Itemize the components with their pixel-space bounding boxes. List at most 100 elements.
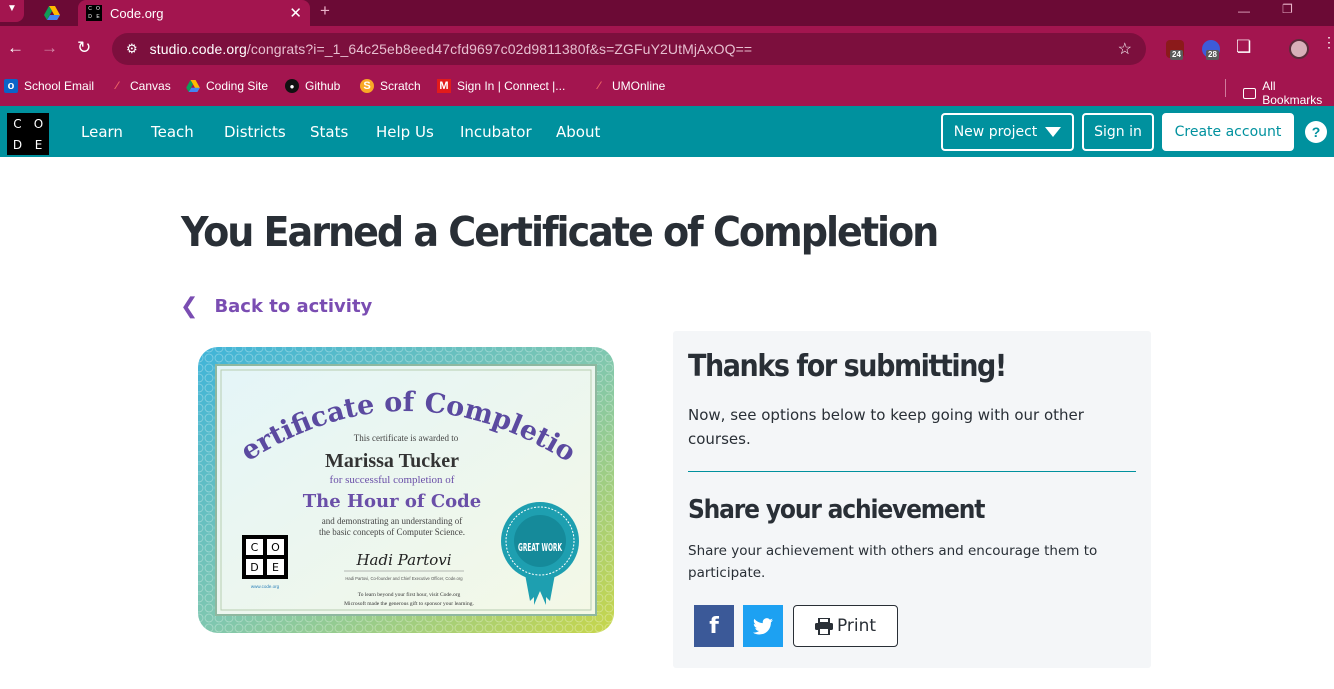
outlook-icon: o <box>4 79 18 93</box>
share-heading: Share your achievement <box>688 495 985 525</box>
certificate-image: Certificate of Completion This certifica… <box>194 343 614 633</box>
twitter-icon <box>753 617 773 634</box>
url-text[interactable]: studio.code.org/congrats?i=_1_64c25eb8ee… <box>150 41 1118 57</box>
nav-about[interactable]: About <box>556 123 600 141</box>
tab-search-chevron-icon[interactable]: ▼ <box>0 0 24 22</box>
twitter-share-button[interactable] <box>743 605 783 647</box>
create-account-button[interactable]: Create account <box>1162 113 1294 151</box>
cert-course: The Hour of Code <box>303 491 481 512</box>
back-to-activity-link[interactable]: ❮ Back to activity <box>180 294 372 319</box>
cert-signer: Hadi Partovi, Co-founder and Chief Execu… <box>345 576 463 581</box>
reload-icon[interactable]: ↻ <box>77 38 91 58</box>
all-bookmarks-label: All Bookmarks <box>1262 79 1323 107</box>
cert-logo-letter: D <box>250 561 258 574</box>
help-icon[interactable]: ? <box>1305 121 1327 143</box>
drive-icon <box>186 79 200 93</box>
address-bar[interactable]: ⚙ studio.code.org/congrats?i=_1_64c25eb8… <box>112 33 1146 65</box>
bookmark-school-email[interactable]: o School Email <box>4 79 94 93</box>
cert-sponsor: Microsoft made the generous gift to spon… <box>344 600 474 607</box>
thanks-heading: Thanks for submitting! <box>688 349 1007 384</box>
bookmark-connect[interactable]: M Sign In | Connect |... <box>437 79 565 93</box>
tab-code-org[interactable]: CODE Code.org ✕ <box>78 0 310 26</box>
new-tab-plus-icon[interactable]: + <box>320 1 330 21</box>
extensions-puzzle-icon[interactable]: ❏ <box>1236 37 1251 57</box>
extension-badge: 28 <box>1206 50 1219 60</box>
cert-for-completion: for successful completion of <box>330 474 455 486</box>
minimize-icon[interactable]: — <box>1238 3 1250 19</box>
new-project-label: New project <box>953 124 1038 140</box>
nav-teach[interactable]: Teach <box>151 123 194 141</box>
nav-districts[interactable]: Districts <box>224 123 286 141</box>
page-title: You Earned a Certificate of Completion <box>181 208 939 256</box>
github-icon: ● <box>285 79 299 93</box>
new-project-button[interactable]: New project <box>941 113 1074 151</box>
print-button[interactable]: Print <box>793 605 898 647</box>
tab-close-icon[interactable]: ✕ <box>289 4 302 22</box>
drive-icon <box>44 6 60 20</box>
back-arrow-icon[interactable]: ← <box>7 38 24 58</box>
logo-letter: E <box>34 137 43 152</box>
logo-letter: C <box>13 116 22 131</box>
print-label: Print <box>836 616 877 636</box>
site-info-icon[interactable]: ⚙ <box>126 41 138 57</box>
logo-letter: D <box>12 137 23 152</box>
nav-stats[interactable]: Stats <box>310 123 348 141</box>
code-org-favicon-icon: CODE <box>86 5 102 21</box>
nav-incubator[interactable]: Incubator <box>460 123 532 141</box>
extension-badge: 24 <box>1170 50 1183 60</box>
canvas-icon: ⁄ <box>116 80 118 92</box>
bookmark-label: UMOnline <box>612 79 666 93</box>
tab-title: Code.org <box>110 5 164 21</box>
canvas-icon: ⁄ <box>598 80 600 92</box>
share-description: Share your achievement with others and e… <box>688 543 1098 581</box>
browser-tab-bar: ▼ CODE Code.org ✕ + — ❐ <box>0 0 1334 26</box>
bookmark-label: Sign In | Connect |... <box>457 79 566 93</box>
restore-icon[interactable]: ❐ <box>1282 1 1293 17</box>
bookmarks-bar: o School Email ⁄ Canvas Coding Site ● Gi… <box>0 72 1334 107</box>
bookmark-scratch[interactable]: S Scratch <box>360 79 421 93</box>
mcgraw-icon: M <box>437 79 451 93</box>
bookmark-umonline[interactable]: ⁄ UMOnline <box>592 79 665 93</box>
sign-in-button[interactable]: Sign in <box>1082 113 1154 151</box>
browser-menu-icon[interactable]: ⋮ <box>1322 35 1334 49</box>
badge-text: GREAT WORK <box>518 541 562 554</box>
cert-logo-letter: O <box>271 541 280 554</box>
cert-learn-beyond: To learn beyond your first hour, visit C… <box>358 591 461 598</box>
bookmark-canvas[interactable]: ⁄ Canvas <box>110 79 171 93</box>
chevron-left-icon: ❮ <box>180 294 199 319</box>
facebook-share-button[interactable]: f <box>694 605 734 647</box>
bookmark-label: Scratch <box>380 79 421 93</box>
profile-avatar[interactable] <box>1289 39 1309 59</box>
cert-demonstrating: and demonstrating an understanding of <box>322 516 462 526</box>
bookmark-label: Github <box>305 79 341 93</box>
create-account-label: Create account <box>1174 124 1282 140</box>
cert-concepts: the basic concepts of Computer Science. <box>319 527 465 537</box>
bookmark-label: Canvas <box>130 79 171 93</box>
nav-help-us[interactable]: Help Us <box>376 123 434 141</box>
cert-signature: Hadi Partovi <box>355 551 451 569</box>
cert-awarded: This certificate is awarded to <box>354 433 459 443</box>
url-path: /congrats?i=_1_64c25eb8eed47cfd9697c02d9… <box>246 41 753 57</box>
back-link-label: Back to activity <box>214 296 373 317</box>
folder-icon <box>1243 87 1257 99</box>
panel-divider <box>688 471 1136 472</box>
pinned-tab[interactable] <box>32 0 72 26</box>
cert-logo-letter: C <box>251 541 259 554</box>
all-bookmarks[interactable]: All Bookmarks <box>1243 79 1334 107</box>
nav-learn[interactable]: Learn <box>81 123 123 141</box>
forward-arrow-icon[interactable]: → <box>41 38 58 58</box>
bookmark-coding-site[interactable]: Coding Site <box>186 79 268 93</box>
facebook-icon: f <box>709 613 719 639</box>
logo-letter: O <box>33 116 44 131</box>
sign-in-label: Sign in <box>1094 124 1142 140</box>
cert-name: Marissa Tucker <box>325 450 459 472</box>
cert-site: www.code.org <box>251 584 280 589</box>
bookmark-github[interactable]: ● Github <box>285 79 340 93</box>
bookmark-star-icon[interactable]: ☆ <box>1118 39 1132 59</box>
cert-code-logo: C O D E <box>242 535 288 579</box>
printer-icon <box>814 617 833 635</box>
bookmark-label: Coding Site <box>206 79 269 93</box>
bookmarks-divider <box>1225 79 1226 97</box>
code-org-logo[interactable]: C O D E <box>7 113 49 155</box>
bookmark-label: School Email <box>24 79 95 93</box>
